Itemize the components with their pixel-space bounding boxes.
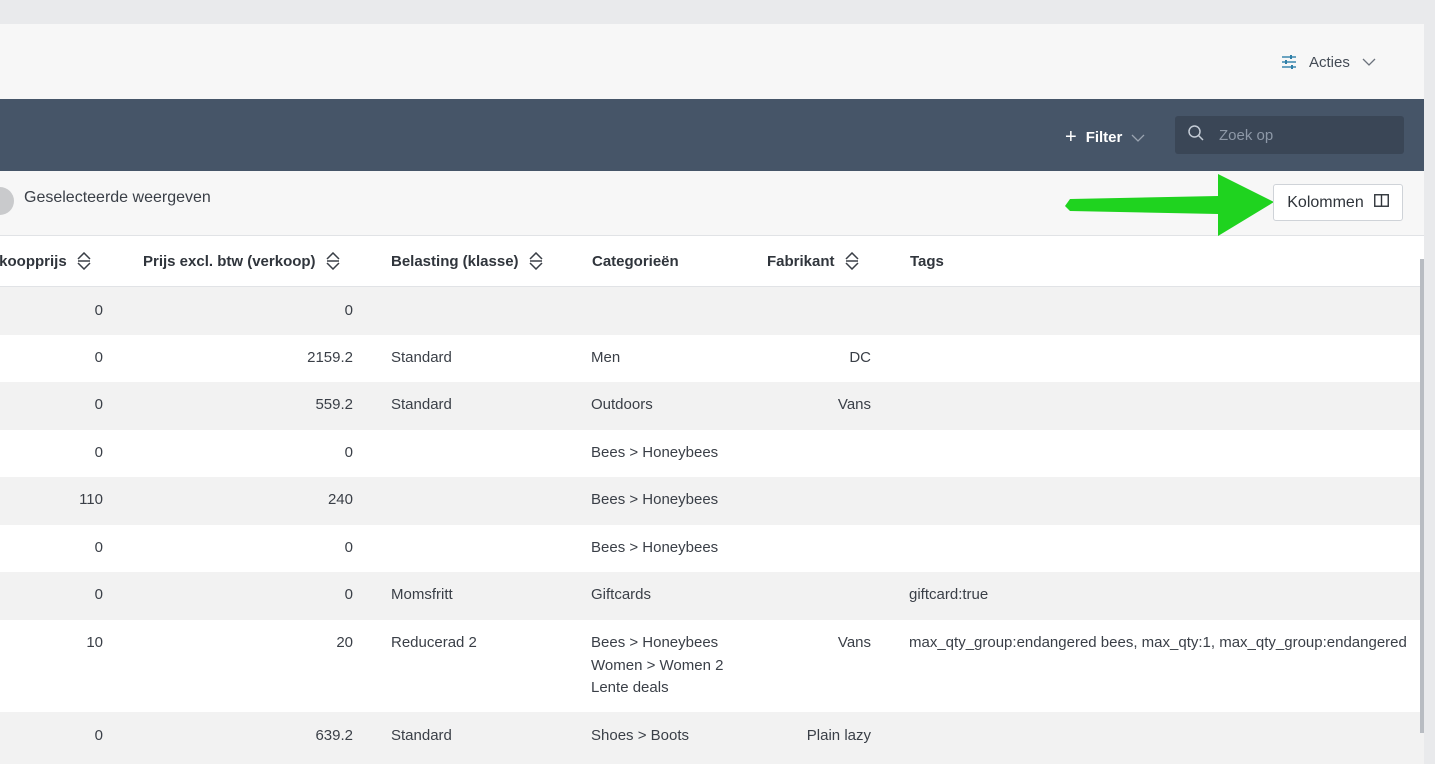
cell-categorie: Men [591, 349, 621, 366]
kolommen-label: Kolommen [1287, 193, 1364, 211]
product-table-panel: Acties + Filter Geselecteerde weergeven … [0, 24, 1424, 764]
cell-tags: max_qty_group:endangered bees, max_qty:1… [909, 634, 1407, 651]
cell-belasting: Standard [391, 349, 452, 366]
cell-inkoopprijs: 0 [94, 444, 103, 461]
cell-categorie: Bees > Honeybees [591, 634, 719, 651]
cell-categorie: Women > Women 2 [591, 656, 724, 674]
cell-prijs: 559.2 [315, 396, 353, 413]
sort-icon[interactable] [77, 252, 91, 270]
table-row[interactable]: 0 0 [0, 287, 1424, 335]
cell-categorie: Shoes > Boots [591, 727, 689, 744]
acties-menu-button[interactable]: Acties [1281, 51, 1376, 73]
column-header-inkoopprijs[interactable]: nkoopprijs [0, 236, 91, 286]
search-icon [1175, 124, 1205, 147]
cell-inkoopprijs: 0 [94, 349, 103, 366]
annotation-arrow-icon [1065, 174, 1274, 236]
search-input[interactable] [1217, 125, 1391, 145]
cell-prijs: 20 [336, 634, 353, 651]
filter-button[interactable]: + Filter [1065, 126, 1145, 148]
sort-icon[interactable] [529, 252, 543, 270]
table-row[interactable]: 110 240 Bees > Honeybees [0, 477, 1424, 525]
cell-belasting: Standard [391, 727, 452, 744]
cell-belasting: Reducerad 2 [391, 634, 477, 651]
filter-label: Filter [1085, 128, 1123, 146]
column-header-label: nkoopprijs [0, 252, 67, 270]
plus-icon: + [1065, 126, 1077, 148]
cell-prijs: 0 [344, 586, 353, 603]
table-row[interactable]: 0 0 Momsfritt Giftcards giftcard:true [0, 572, 1424, 620]
cell-categorie: Giftcards [591, 586, 652, 603]
sort-icon[interactable] [844, 252, 859, 270]
cell-fabrikant: DC [849, 349, 871, 366]
cell-belasting: Standard [391, 396, 452, 413]
cell-prijs: 240 [327, 491, 353, 508]
sort-icon[interactable] [326, 252, 340, 270]
table-row[interactable]: 0 639.2 Standard Shoes > Boots Plain laz… [0, 712, 1424, 764]
show-selected-label: Geselecteerde weergeven [24, 189, 211, 206]
cell-fabrikant: Vans [837, 634, 871, 651]
column-header-fabrikant[interactable]: Fabrikant [767, 236, 859, 286]
column-header-label: Belasting (klasse) [391, 252, 519, 270]
cell-inkoopprijs: 10 [86, 634, 103, 651]
table-row[interactable]: 0 0 Bees > Honeybees [0, 525, 1424, 572]
table-row[interactable]: 0 0 Bees > Honeybees [0, 430, 1424, 477]
vertical-scrollbar[interactable] [1420, 259, 1424, 733]
cell-prijs: 0 [344, 302, 353, 319]
cell-categorie: Outdoors [591, 396, 653, 413]
cell-inkoopprijs: 0 [94, 727, 103, 744]
column-header-tags: Tags [910, 236, 944, 286]
cell-prijs: 2159.2 [307, 349, 353, 366]
cell-belasting: Momsfritt [391, 586, 453, 603]
column-header-label: Prijs excl. btw (verkoop) [143, 252, 316, 270]
cell-categorie: Bees > Honeybees [591, 444, 719, 461]
cell-inkoopprijs: 0 [94, 396, 103, 413]
table-row[interactable]: 0 559.2 Standard Outdoors Vans [0, 382, 1424, 430]
table-row[interactable]: 10 20 Reducerad 2 Bees > Honeybees Women… [0, 620, 1424, 712]
cell-inkoopprijs: 110 [79, 491, 103, 508]
column-header-categorieen: Categorieën [592, 236, 679, 286]
cell-fabrikant: Plain lazy [806, 727, 871, 744]
cell-categorie: Bees > Honeybees [591, 491, 719, 508]
search-box [1175, 116, 1404, 154]
chevron-down-icon [1362, 58, 1376, 66]
cell-prijs: 0 [344, 444, 353, 461]
cell-inkoopprijs: 0 [94, 586, 103, 603]
column-header-prijs-excl-btw[interactable]: Prijs excl. btw (verkoop) [143, 236, 340, 286]
cell-tags: giftcard:true [909, 586, 989, 603]
acties-label: Acties [1309, 53, 1350, 71]
sliders-icon [1281, 55, 1297, 69]
kolommen-button[interactable]: Kolommen [1273, 184, 1403, 221]
cell-fabrikant: Vans [837, 396, 871, 413]
chevron-down-icon [1131, 129, 1145, 146]
column-header-label: Fabrikant [767, 252, 835, 270]
cell-inkoopprijs: 0 [94, 539, 103, 556]
page-header [0, 24, 1424, 99]
cell-prijs: 639.2 [315, 727, 353, 744]
cell-prijs: 0 [344, 539, 353, 556]
column-header-label: Tags [910, 252, 944, 270]
column-header-belasting[interactable]: Belasting (klasse) [391, 236, 543, 286]
columns-icon [1373, 193, 1389, 212]
column-header-label: Categorieën [592, 252, 679, 270]
table-row[interactable]: 0 2159.2 Standard Men DC [0, 335, 1424, 382]
cell-inkoopprijs: 0 [94, 302, 103, 319]
cell-categorie: Lente deals [591, 679, 669, 696]
cell-categorie: Bees > Honeybees [591, 539, 719, 556]
table-header: nkoopprijs Prijs excl. btw (verkoop) Bel… [0, 236, 1424, 287]
